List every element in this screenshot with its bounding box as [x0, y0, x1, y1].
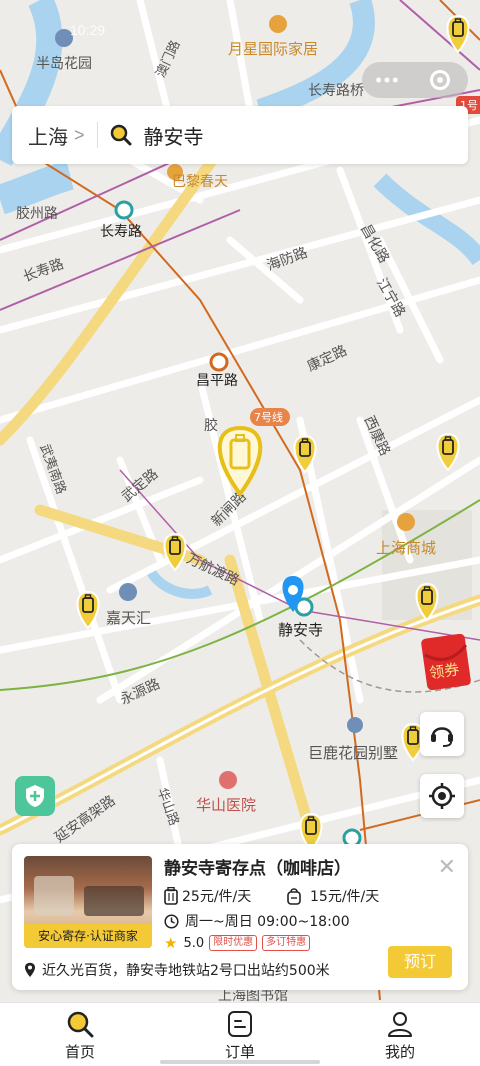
tab-orders-label: 订单 [224, 1043, 255, 1061]
clock-icon [164, 913, 179, 929]
bag-icon [287, 888, 301, 905]
insurance-shield-button[interactable] [15, 776, 55, 816]
search-icon [67, 1011, 94, 1038]
customer-service-button[interactable] [420, 712, 464, 756]
metro-station-icon[interactable] [209, 352, 229, 372]
home-indicator [160, 1060, 320, 1064]
map-label: 巴黎春天 [172, 174, 228, 190]
divider [96, 122, 98, 148]
map-label: 华山医院 [196, 796, 256, 814]
map-label: 巨鹿花园别墅 [308, 744, 398, 762]
coupon-button[interactable]: 领券 [420, 633, 472, 691]
store-address: 近久光百货，静安寺地铁站2号口出站约500米 [24, 960, 330, 980]
crosshair-icon [429, 783, 455, 809]
map-label: 长寿路桥 [308, 82, 364, 99]
map-label: 7号线 [254, 410, 283, 424]
promo-tag: 限时优惠 [209, 935, 258, 951]
tab-bar: 首页 订单 我的 [0, 1002, 480, 1066]
location-pin-icon [25, 962, 35, 977]
map-label: 月星国际家居 [228, 40, 318, 58]
hours-text: 周一~周日 09:00~18:00 [185, 914, 350, 930]
locate-button[interactable] [420, 774, 464, 818]
order-icon [228, 1011, 252, 1037]
tab-profile[interactable]: 我的 [320, 1003, 480, 1066]
price-large-text: 25元/件/天 [182, 889, 252, 905]
map-label: 胶州路 [16, 205, 58, 222]
map-label: 上海商城 [376, 539, 436, 557]
poi-icon [219, 771, 237, 789]
map-label: 半岛花园 [36, 56, 92, 72]
more-icon[interactable]: ••• [362, 70, 414, 91]
address-text: 近久光百货，静安寺地铁站2号口出站约500米 [42, 963, 330, 979]
rating-row: ★ 5.0 限时优惠 多订特惠 [164, 934, 311, 952]
map-label: 静安寺 [278, 621, 323, 639]
book-button[interactable]: 预订 [388, 946, 452, 978]
certified-badge: 安心寄存·认证商家 [24, 924, 152, 948]
suitcase-icon [164, 887, 178, 905]
user-icon [388, 1012, 412, 1037]
close-icon[interactable]: ✕ [438, 854, 456, 880]
tab-profile-label: 我的 [384, 1043, 415, 1061]
map-label: 嘉天汇 [106, 609, 151, 627]
promo-tag: 多订特惠 [262, 935, 311, 951]
miniprogram-capsule[interactable]: ••• [362, 62, 468, 98]
price-small-text: 15元/件/天 [310, 889, 380, 905]
search-input[interactable]: 静安寺 [144, 121, 204, 150]
poi-icon [347, 717, 363, 733]
opening-hours: 周一~周日 09:00~18:00 [164, 911, 350, 931]
store-name: 静安寺寄存点（咖啡店） [164, 859, 351, 879]
tab-orders[interactable]: 订单 [160, 1003, 320, 1066]
search-icon [110, 124, 132, 146]
poi-icon [269, 15, 287, 33]
headset-icon [431, 727, 453, 747]
store-card[interactable]: 安心寄存·认证商家 静安寺寄存点（咖啡店） ✕ 25元/件/天 15元/件/天 … [12, 844, 468, 990]
metro-station-icon[interactable] [114, 200, 134, 220]
shield-plus-icon [26, 785, 44, 807]
chevron-right-icon[interactable]: > [74, 125, 85, 146]
map-label: 昌平路 [196, 373, 238, 389]
price-small: 15元/件/天 [286, 886, 379, 906]
poi-icon [55, 29, 73, 47]
close-miniprogram-icon[interactable] [430, 70, 450, 90]
rating-value: 5.0 [183, 935, 205, 951]
tab-home[interactable]: 首页 [0, 1003, 160, 1066]
tab-home-label: 首页 [64, 1043, 95, 1061]
city-selector[interactable]: 上海 [28, 121, 68, 150]
price-large: 25元/件/天 [164, 886, 251, 906]
map-label: 长寿路 [100, 223, 142, 240]
search-bar[interactable]: 上海 > 静安寺 [12, 106, 468, 164]
poi-icon [397, 513, 415, 531]
poi-icon [119, 583, 137, 601]
map-label: 胶 [204, 417, 218, 434]
star-icon: ★ [164, 934, 178, 952]
